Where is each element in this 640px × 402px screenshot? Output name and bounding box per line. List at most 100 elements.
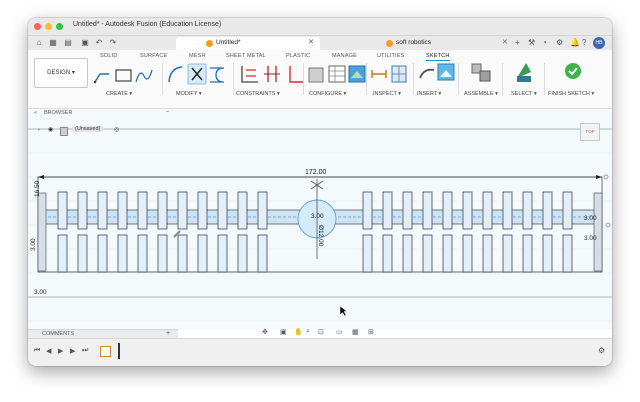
minimize-window-button[interactable] bbox=[45, 23, 52, 30]
orbit-icon[interactable]: ✥ bbox=[262, 328, 268, 336]
tab-solid[interactable]: SOLID bbox=[100, 53, 118, 59]
constraints-tools bbox=[241, 66, 304, 83]
divider bbox=[303, 63, 304, 95]
select-group-label[interactable]: SELECT ▾ bbox=[511, 91, 537, 97]
tab-mesh[interactable]: MESH bbox=[189, 53, 206, 59]
configure-group-label[interactable]: CONFIGURE ▾ bbox=[309, 91, 346, 97]
close-window-button[interactable] bbox=[34, 23, 41, 30]
apps-grid-icon[interactable]: ▦ bbox=[48, 38, 58, 48]
notifications-icon[interactable]: 🔔 bbox=[570, 38, 580, 47]
rectangle-tool-icon[interactable] bbox=[115, 69, 132, 82]
zoom-window-button[interactable] bbox=[56, 23, 63, 30]
help-icon[interactable]: ? bbox=[582, 38, 586, 47]
line-tool-icon[interactable] bbox=[93, 73, 109, 84]
finish-sketch-label[interactable]: FINISH SKETCH ▾ bbox=[548, 91, 594, 97]
mouse-cursor-icon bbox=[340, 306, 348, 316]
step-back-icon[interactable]: ◀ bbox=[46, 347, 51, 355]
expand-chevron-icon[interactable]: › bbox=[38, 127, 40, 133]
tab-plastic[interactable]: PLASTIC bbox=[286, 53, 310, 59]
go-to-end-icon[interactable]: ⏭ bbox=[82, 347, 88, 355]
avatar[interactable]: HB bbox=[593, 37, 605, 49]
inspect-tools bbox=[371, 65, 407, 83]
dim-center-diameter[interactable]: Ø12.00 bbox=[317, 225, 324, 246]
viewports-icon[interactable]: ⊞ bbox=[368, 328, 374, 336]
configure-tools bbox=[308, 65, 366, 83]
dim-left-height[interactable]: 16.50 bbox=[34, 181, 41, 197]
perpendicular-constraint-icon[interactable] bbox=[289, 66, 304, 83]
change-parameters-icon[interactable] bbox=[308, 67, 324, 83]
dim-overall-width[interactable]: 172.00 bbox=[304, 169, 328, 176]
look-at-icon[interactable]: ▣ bbox=[280, 328, 287, 336]
timeline-sketch-feature-icon[interactable] bbox=[100, 346, 111, 357]
visibility-eye-icon[interactable]: ◉ bbox=[48, 126, 53, 133]
finish-sketch-icon[interactable] bbox=[564, 62, 582, 80]
dim-left-small[interactable]: 3.00 bbox=[30, 238, 37, 251]
step-forward-icon[interactable]: ▶ bbox=[70, 347, 75, 355]
play-icon[interactable]: ▶ bbox=[58, 347, 63, 355]
close-tab-icon[interactable]: ✕ bbox=[502, 38, 508, 46]
tab-manage[interactable]: MANAGE bbox=[332, 53, 357, 59]
spline-tool-icon[interactable] bbox=[135, 69, 153, 83]
pan-icon[interactable]: ✋ bbox=[294, 328, 303, 336]
save-icon[interactable]: ▣ bbox=[80, 38, 90, 48]
settings-icon[interactable]: ⚙ bbox=[556, 38, 563, 47]
redo-icon[interactable]: ↷ bbox=[108, 38, 118, 48]
assemble-group-label[interactable]: ASSEMBLE ▾ bbox=[464, 91, 498, 97]
dim-right-top[interactable]: 3.00 bbox=[584, 215, 597, 222]
left-slot-array[interactable] bbox=[57, 191, 268, 273]
sketch-dimension-icon[interactable] bbox=[241, 66, 258, 83]
add-comment-icon[interactable]: + bbox=[166, 330, 170, 337]
zoom-icon[interactable]: ⌕ bbox=[306, 328, 310, 336]
workspace-design-button[interactable]: DESIGN ▾ bbox=[34, 58, 88, 88]
dim-bottom-left[interactable]: 3.00 bbox=[34, 289, 47, 296]
timeline-bar: ⏮ ◀ ▶ ▶ ⏭ ⚙ bbox=[28, 338, 612, 366]
tab-label: soft robotics bbox=[396, 39, 432, 46]
inspect-group-label[interactable]: INSPECT ▾ bbox=[373, 91, 401, 97]
dim-right-mid[interactable]: 3.00 bbox=[584, 235, 597, 242]
file-menu-icon[interactable]: ▤ bbox=[63, 38, 73, 48]
viewcube[interactable]: TOP bbox=[580, 123, 600, 141]
fillet-tool-icon[interactable] bbox=[168, 66, 183, 83]
modify-group-label[interactable]: MODIFY ▾ bbox=[176, 91, 202, 97]
go-to-start-icon[interactable]: ⏮ bbox=[34, 347, 40, 355]
right-slot-array[interactable] bbox=[362, 191, 573, 273]
measure-icon[interactable] bbox=[371, 70, 387, 78]
select-tools bbox=[517, 63, 531, 82]
close-tab-icon[interactable]: ✕ bbox=[308, 38, 314, 46]
tab-sheet-metal[interactable]: SHEET METAL bbox=[226, 53, 266, 59]
insert-group-label[interactable]: INSERT ▾ bbox=[417, 91, 441, 97]
job-status-icon[interactable]: ◔ bbox=[542, 38, 547, 47]
divider bbox=[233, 63, 234, 95]
create-group-label[interactable]: CREATE ▾ bbox=[106, 91, 132, 97]
browser-root-item[interactable]: › ◉ (Unsaved) ◎ bbox=[36, 126, 176, 136]
dim-center-top[interactable]: 3.00 bbox=[311, 213, 324, 220]
timeline-marker[interactable] bbox=[118, 343, 120, 359]
insert-derive-icon[interactable] bbox=[419, 68, 435, 79]
undo-icon[interactable]: ↶ bbox=[94, 38, 104, 48]
root-label: (Unsaved) bbox=[72, 126, 104, 132]
grid-settings-icon[interactable]: ▦ bbox=[352, 328, 359, 336]
collapse-browser-icon[interactable]: « bbox=[34, 110, 37, 116]
app-window: Untitled* - Autodesk Fusion (Education L… bbox=[28, 18, 612, 366]
configure-table-icon[interactable] bbox=[328, 65, 346, 83]
fit-icon[interactable]: ⊡ bbox=[318, 328, 324, 336]
timeline-settings-icon[interactable]: ⚙ bbox=[598, 346, 605, 355]
display-settings-icon[interactable]: ▭ bbox=[336, 328, 343, 336]
divider bbox=[366, 63, 367, 95]
insert-tools bbox=[419, 63, 455, 81]
title-bar: Untitled* - Autodesk Fusion (Education L… bbox=[28, 18, 612, 36]
extensions-icon[interactable]: ⚒ bbox=[528, 38, 535, 47]
select-arrow-icon[interactable] bbox=[517, 63, 531, 78]
active-radio-icon[interactable]: ◎ bbox=[114, 126, 119, 133]
offset-tool-icon[interactable] bbox=[210, 67, 225, 83]
viewcube-face-label: TOP bbox=[585, 129, 595, 134]
fusion-logo-icon bbox=[206, 40, 213, 47]
tab-untitled[interactable]: Untitled* ✕ bbox=[176, 37, 320, 50]
new-tab-icon[interactable]: + bbox=[515, 38, 520, 47]
tab-utilities[interactable]: UTILITIES bbox=[377, 53, 404, 59]
tab-surface[interactable]: SURFACE bbox=[140, 53, 167, 59]
browser-minimize-icon[interactable]: – bbox=[166, 109, 169, 115]
sketch-canvas[interactable]: 172.00 16.50 3.00 3.00 3.00 Ø12.00 3.00 … bbox=[28, 109, 612, 329]
home-icon[interactable]: ⌂ bbox=[34, 38, 44, 48]
constraints-group-label[interactable]: CONSTRAINTS ▾ bbox=[236, 91, 280, 97]
